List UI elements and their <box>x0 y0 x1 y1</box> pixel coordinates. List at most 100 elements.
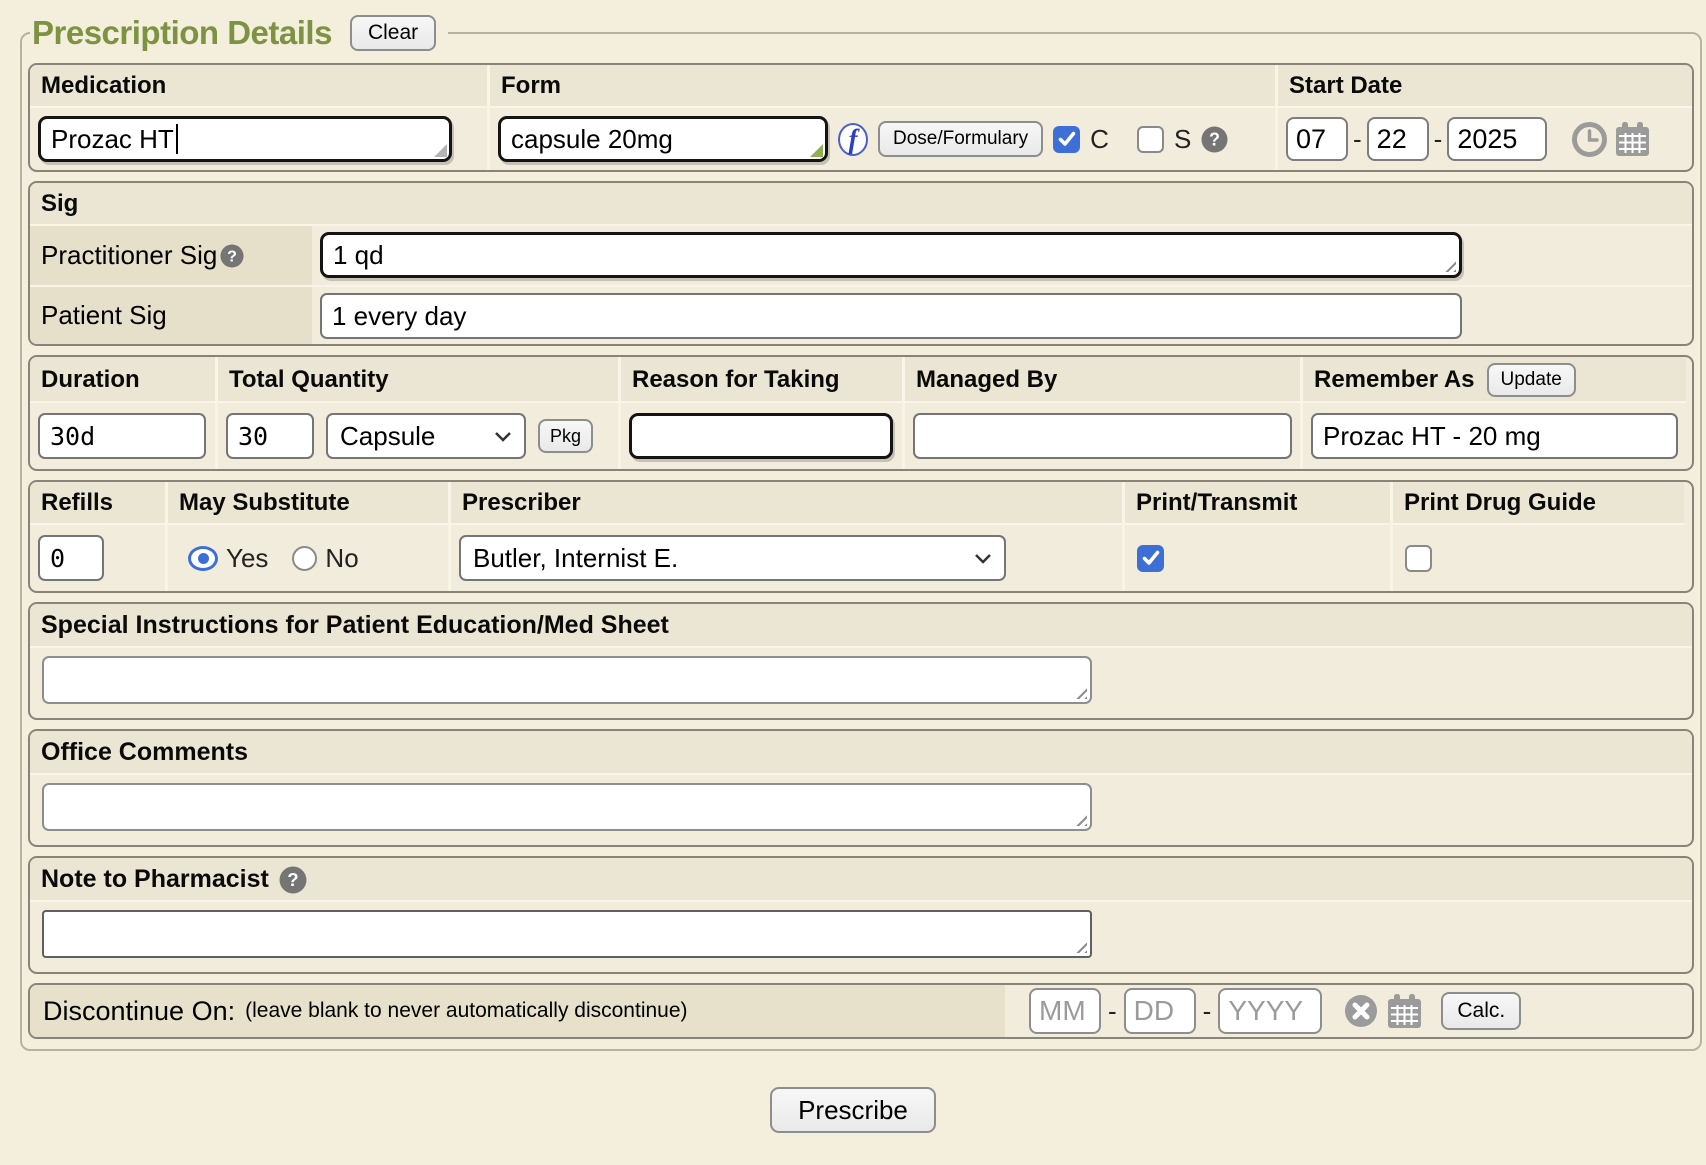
patient-sig-label: Patient Sig <box>41 300 167 331</box>
help-icon[interactable]: ? <box>220 244 244 268</box>
office-comments-header: Office Comments <box>30 731 1692 775</box>
start-date-day-input[interactable]: 22 <box>1367 117 1429 161</box>
managed-by-column: Managed By <box>902 357 1300 469</box>
clear-button[interactable]: Clear <box>350 15 436 51</box>
sig-section: Sig Practitioner Sig ? 1 qd Patient Sig … <box>28 181 1694 346</box>
resize-handle[interactable] <box>1074 940 1087 953</box>
s-checkbox[interactable] <box>1137 126 1164 153</box>
discontinue-label-cell: Discontinue On: (leave blank to never au… <box>30 985 1005 1037</box>
duration-input[interactable]: 30d <box>38 413 206 459</box>
quantity-unit-value: Capsule <box>340 421 435 452</box>
discontinue-year-input[interactable] <box>1218 988 1322 1034</box>
discontinue-day-input[interactable] <box>1124 988 1196 1034</box>
print-transmit-checkbox[interactable] <box>1137 545 1164 572</box>
refills-input[interactable]: 0 <box>38 535 104 581</box>
form-column: Form capsule 20mg f Dose/Formulary C S <box>487 65 1275 170</box>
discontinue-month-input[interactable] <box>1029 988 1101 1034</box>
discontinue-section: Discontinue On: (leave blank to never au… <box>28 983 1694 1039</box>
substitute-yes-radio[interactable] <box>188 546 218 571</box>
total-quantity-input[interactable]: 30 <box>226 413 314 459</box>
formulary-icon[interactable]: f <box>838 123 868 156</box>
patient-sig-value: 1 every day <box>332 301 466 332</box>
discontinue-label: Discontinue On: <box>43 996 235 1027</box>
special-instructions-textarea[interactable] <box>42 656 1092 704</box>
office-comments-textarea[interactable] <box>42 783 1092 831</box>
svg-text:?: ? <box>287 869 298 890</box>
c-checkbox[interactable] <box>1053 126 1080 153</box>
start-date-column: Start Date 07 - 22 - 2025 <box>1275 65 1692 170</box>
prescribe-button[interactable]: Prescribe <box>770 1087 936 1133</box>
medication-form-date-section: Medication Prozac HT Form capsule 20mg <box>28 63 1694 172</box>
print-drug-guide-checkbox[interactable] <box>1405 545 1432 572</box>
duration-header: Duration <box>30 357 215 403</box>
reason-column: Reason for Taking <box>618 357 902 469</box>
prescriber-column: Prescriber Butler, Internist E. <box>448 482 1122 591</box>
svg-text:?: ? <box>227 248 237 265</box>
resize-handle[interactable] <box>1074 813 1087 826</box>
start-date-month-input[interactable]: 07 <box>1286 117 1348 161</box>
resize-handle[interactable] <box>1074 686 1087 699</box>
practitioner-sig-label: Practitioner Sig <box>41 240 217 271</box>
print-drug-guide-header: Print Drug Guide <box>1393 482 1684 525</box>
dose-formulary-button[interactable]: Dose/Formulary <box>878 121 1043 157</box>
check-icon <box>1141 548 1161 568</box>
clear-date-icon[interactable] <box>1344 994 1378 1028</box>
special-instructions-header: Special Instructions for Patient Educati… <box>30 604 1692 648</box>
note-to-pharmacist-section: Note to Pharmacist ? <box>28 856 1694 974</box>
date-separator: - <box>1203 996 1212 1027</box>
remember-as-input[interactable]: Prozac HT - 20 mg <box>1311 413 1678 459</box>
medication-input[interactable]: Prozac HT <box>38 116 452 162</box>
reason-header: Reason for Taking <box>621 357 902 403</box>
date-separator: - <box>1434 124 1443 155</box>
pkg-button[interactable]: Pkg <box>538 419 593 453</box>
practitioner-sig-input[interactable]: 1 qd <box>320 232 1462 278</box>
prescriber-value: Butler, Internist E. <box>473 543 678 574</box>
patient-sig-input[interactable]: 1 every day <box>320 293 1462 339</box>
resize-handle[interactable] <box>810 144 823 157</box>
calendar-icon[interactable] <box>1385 992 1424 1030</box>
prescription-details-legend: Prescription Details Clear <box>30 14 448 52</box>
prescriber-header: Prescriber <box>451 482 1122 525</box>
medication-column: Medication Prozac HT <box>30 65 487 170</box>
print-transmit-header: Print/Transmit <box>1125 482 1390 525</box>
form-input[interactable]: capsule 20mg <box>498 116 828 162</box>
discontinue-hint: (leave blank to never automatically disc… <box>245 999 687 1023</box>
practitioner-sig-row: Practitioner Sig ? 1 qd <box>30 226 1692 285</box>
reason-input[interactable] <box>629 413 893 459</box>
resize-handle[interactable] <box>434 144 447 157</box>
remember-as-column: Remember As Update Prozac HT - 20 mg <box>1300 357 1686 469</box>
may-substitute-column: May Substitute Yes No <box>165 482 448 591</box>
duration-column: Duration 30d <box>30 357 215 469</box>
medication-value: Prozac HT <box>51 124 174 155</box>
date-separator: - <box>1108 996 1117 1027</box>
clock-icon[interactable] <box>1571 121 1608 158</box>
special-instructions-section: Special Instructions for Patient Educati… <box>28 602 1694 720</box>
note-to-pharmacist-label: Note to Pharmacist <box>41 865 269 894</box>
total-quantity-header: Total Quantity <box>218 357 618 403</box>
print-transmit-column: Print/Transmit <box>1122 482 1390 591</box>
duration-quantity-section: Duration 30d Total Quantity 30 Capsule P… <box>28 355 1694 471</box>
check-icon <box>1057 129 1077 149</box>
help-icon[interactable]: ? <box>279 866 307 894</box>
office-comments-section: Office Comments <box>28 729 1694 847</box>
calendar-icon[interactable] <box>1613 120 1652 158</box>
managed-by-input[interactable] <box>913 413 1292 459</box>
print-drug-guide-column: Print Drug Guide <box>1390 482 1684 591</box>
calc-button[interactable]: Calc. <box>1441 992 1521 1030</box>
page-title: Prescription Details <box>32 14 332 52</box>
refills-column: Refills 0 <box>30 482 165 591</box>
refills-header: Refills <box>30 482 165 525</box>
help-icon[interactable]: ? <box>1201 126 1228 153</box>
form-value: capsule 20mg <box>511 124 673 155</box>
start-date-year-input[interactable]: 2025 <box>1447 117 1547 161</box>
note-to-pharmacist-textarea[interactable] <box>42 910 1092 958</box>
note-to-pharmacist-header: Note to Pharmacist ? <box>30 858 1692 902</box>
update-button[interactable]: Update <box>1487 363 1576 397</box>
prescriber-select[interactable]: Butler, Internist E. <box>459 535 1006 581</box>
may-substitute-header: May Substitute <box>168 482 448 525</box>
substitute-no-radio[interactable] <box>292 546 317 571</box>
quantity-unit-select[interactable]: Capsule <box>326 413 526 459</box>
practitioner-sig-value: 1 qd <box>333 240 384 271</box>
resize-handle[interactable] <box>1443 259 1456 272</box>
sig-header: Sig <box>30 183 1692 226</box>
